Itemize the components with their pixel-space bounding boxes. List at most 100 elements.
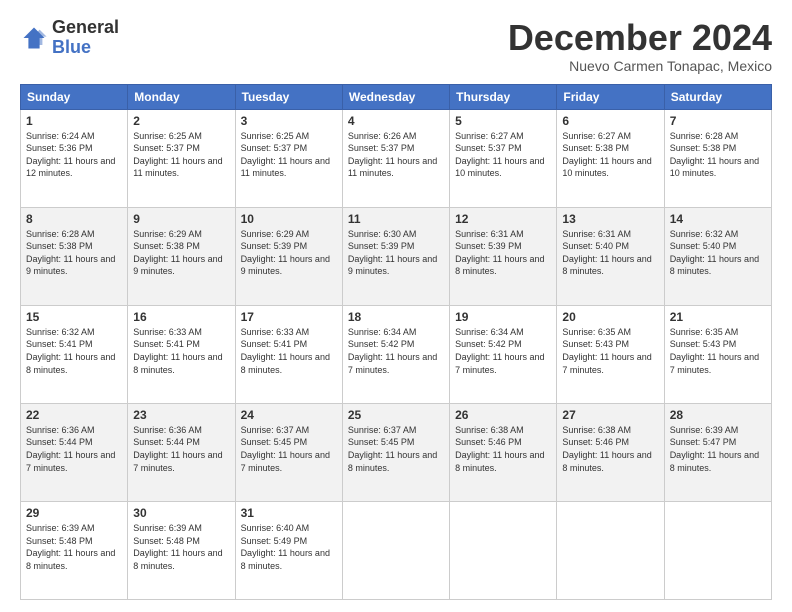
calendar-day-cell: 7 Sunrise: 6:28 AMSunset: 5:38 PMDayligh… — [664, 109, 771, 207]
calendar-day-cell — [664, 501, 771, 599]
day-number: 25 — [348, 408, 444, 422]
day-number: 9 — [133, 212, 229, 226]
calendar-day-cell: 24 Sunrise: 6:37 AMSunset: 5:45 PMDaylig… — [235, 403, 342, 501]
calendar-day-cell: 3 Sunrise: 6:25 AMSunset: 5:37 PMDayligh… — [235, 109, 342, 207]
weekday-header-cell: Sunday — [21, 84, 128, 109]
calendar-day-cell — [557, 501, 664, 599]
day-info: Sunrise: 6:28 AMSunset: 5:38 PMDaylight:… — [670, 131, 759, 179]
day-info: Sunrise: 6:39 AMSunset: 5:48 PMDaylight:… — [133, 523, 222, 571]
header: General Blue December 2024 Nuevo Carmen … — [20, 18, 772, 74]
calendar-day-cell: 5 Sunrise: 6:27 AMSunset: 5:37 PMDayligh… — [450, 109, 557, 207]
calendar-body: 1 Sunrise: 6:24 AMSunset: 5:36 PMDayligh… — [21, 109, 772, 599]
calendar-week-row: 15 Sunrise: 6:32 AMSunset: 5:41 PMDaylig… — [21, 305, 772, 403]
day-info: Sunrise: 6:33 AMSunset: 5:41 PMDaylight:… — [241, 327, 330, 375]
day-number: 3 — [241, 114, 337, 128]
day-info: Sunrise: 6:27 AMSunset: 5:37 PMDaylight:… — [455, 131, 544, 179]
day-info: Sunrise: 6:38 AMSunset: 5:46 PMDaylight:… — [455, 425, 544, 473]
location: Nuevo Carmen Tonapac, Mexico — [508, 58, 772, 74]
day-number: 31 — [241, 506, 337, 520]
day-number: 12 — [455, 212, 551, 226]
calendar-day-cell: 25 Sunrise: 6:37 AMSunset: 5:45 PMDaylig… — [342, 403, 449, 501]
day-info: Sunrise: 6:24 AMSunset: 5:36 PMDaylight:… — [26, 131, 115, 179]
calendar-day-cell: 2 Sunrise: 6:25 AMSunset: 5:37 PMDayligh… — [128, 109, 235, 207]
day-info: Sunrise: 6:27 AMSunset: 5:38 PMDaylight:… — [562, 131, 651, 179]
weekday-header-cell: Wednesday — [342, 84, 449, 109]
title-section: December 2024 Nuevo Carmen Tonapac, Mexi… — [508, 18, 772, 74]
calendar-day-cell: 11 Sunrise: 6:30 AMSunset: 5:39 PMDaylig… — [342, 207, 449, 305]
day-info: Sunrise: 6:25 AMSunset: 5:37 PMDaylight:… — [133, 131, 222, 179]
day-number: 17 — [241, 310, 337, 324]
calendar-day-cell: 27 Sunrise: 6:38 AMSunset: 5:46 PMDaylig… — [557, 403, 664, 501]
calendar-day-cell: 12 Sunrise: 6:31 AMSunset: 5:39 PMDaylig… — [450, 207, 557, 305]
weekday-header-cell: Thursday — [450, 84, 557, 109]
day-number: 13 — [562, 212, 658, 226]
calendar-day-cell: 26 Sunrise: 6:38 AMSunset: 5:46 PMDaylig… — [450, 403, 557, 501]
day-number: 2 — [133, 114, 229, 128]
day-number: 28 — [670, 408, 766, 422]
calendar-day-cell — [342, 501, 449, 599]
day-number: 4 — [348, 114, 444, 128]
calendar-day-cell: 6 Sunrise: 6:27 AMSunset: 5:38 PMDayligh… — [557, 109, 664, 207]
calendar-day-cell: 1 Sunrise: 6:24 AMSunset: 5:36 PMDayligh… — [21, 109, 128, 207]
day-number: 23 — [133, 408, 229, 422]
day-info: Sunrise: 6:39 AMSunset: 5:47 PMDaylight:… — [670, 425, 759, 473]
day-info: Sunrise: 6:36 AMSunset: 5:44 PMDaylight:… — [26, 425, 115, 473]
calendar-day-cell: 18 Sunrise: 6:34 AMSunset: 5:42 PMDaylig… — [342, 305, 449, 403]
calendar-day-cell: 15 Sunrise: 6:32 AMSunset: 5:41 PMDaylig… — [21, 305, 128, 403]
logo-text: General Blue — [52, 18, 119, 58]
calendar-day-cell: 23 Sunrise: 6:36 AMSunset: 5:44 PMDaylig… — [128, 403, 235, 501]
calendar-week-row: 29 Sunrise: 6:39 AMSunset: 5:48 PMDaylig… — [21, 501, 772, 599]
day-info: Sunrise: 6:29 AMSunset: 5:38 PMDaylight:… — [133, 229, 222, 277]
weekday-header-cell: Saturday — [664, 84, 771, 109]
calendar-day-cell: 20 Sunrise: 6:35 AMSunset: 5:43 PMDaylig… — [557, 305, 664, 403]
day-number: 26 — [455, 408, 551, 422]
calendar-day-cell: 29 Sunrise: 6:39 AMSunset: 5:48 PMDaylig… — [21, 501, 128, 599]
calendar-day-cell: 16 Sunrise: 6:33 AMSunset: 5:41 PMDaylig… — [128, 305, 235, 403]
day-info: Sunrise: 6:29 AMSunset: 5:39 PMDaylight:… — [241, 229, 330, 277]
day-number: 11 — [348, 212, 444, 226]
day-number: 24 — [241, 408, 337, 422]
day-info: Sunrise: 6:30 AMSunset: 5:39 PMDaylight:… — [348, 229, 437, 277]
calendar-day-cell: 31 Sunrise: 6:40 AMSunset: 5:49 PMDaylig… — [235, 501, 342, 599]
day-info: Sunrise: 6:34 AMSunset: 5:42 PMDaylight:… — [455, 327, 544, 375]
calendar-day-cell: 10 Sunrise: 6:29 AMSunset: 5:39 PMDaylig… — [235, 207, 342, 305]
day-number: 21 — [670, 310, 766, 324]
calendar-day-cell: 19 Sunrise: 6:34 AMSunset: 5:42 PMDaylig… — [450, 305, 557, 403]
calendar-week-row: 1 Sunrise: 6:24 AMSunset: 5:36 PMDayligh… — [21, 109, 772, 207]
page: General Blue December 2024 Nuevo Carmen … — [0, 0, 792, 612]
calendar-table: SundayMondayTuesdayWednesdayThursdayFrid… — [20, 84, 772, 600]
calendar-day-cell: 28 Sunrise: 6:39 AMSunset: 5:47 PMDaylig… — [664, 403, 771, 501]
weekday-header-cell: Tuesday — [235, 84, 342, 109]
day-number: 22 — [26, 408, 122, 422]
weekday-header-cell: Friday — [557, 84, 664, 109]
day-info: Sunrise: 6:25 AMSunset: 5:37 PMDaylight:… — [241, 131, 330, 179]
calendar-day-cell: 21 Sunrise: 6:35 AMSunset: 5:43 PMDaylig… — [664, 305, 771, 403]
logo-icon — [20, 24, 48, 52]
day-info: Sunrise: 6:37 AMSunset: 5:45 PMDaylight:… — [241, 425, 330, 473]
calendar-week-row: 22 Sunrise: 6:36 AMSunset: 5:44 PMDaylig… — [21, 403, 772, 501]
month-title: December 2024 — [508, 18, 772, 58]
day-info: Sunrise: 6:34 AMSunset: 5:42 PMDaylight:… — [348, 327, 437, 375]
calendar-week-row: 8 Sunrise: 6:28 AMSunset: 5:38 PMDayligh… — [21, 207, 772, 305]
day-info: Sunrise: 6:37 AMSunset: 5:45 PMDaylight:… — [348, 425, 437, 473]
calendar-day-cell: 4 Sunrise: 6:26 AMSunset: 5:37 PMDayligh… — [342, 109, 449, 207]
calendar-day-cell: 9 Sunrise: 6:29 AMSunset: 5:38 PMDayligh… — [128, 207, 235, 305]
day-info: Sunrise: 6:36 AMSunset: 5:44 PMDaylight:… — [133, 425, 222, 473]
day-number: 1 — [26, 114, 122, 128]
day-number: 27 — [562, 408, 658, 422]
day-number: 16 — [133, 310, 229, 324]
calendar-day-cell: 17 Sunrise: 6:33 AMSunset: 5:41 PMDaylig… — [235, 305, 342, 403]
day-number: 5 — [455, 114, 551, 128]
day-number: 7 — [670, 114, 766, 128]
day-number: 19 — [455, 310, 551, 324]
day-info: Sunrise: 6:38 AMSunset: 5:46 PMDaylight:… — [562, 425, 651, 473]
day-number: 18 — [348, 310, 444, 324]
day-number: 30 — [133, 506, 229, 520]
logo-blue: Blue — [52, 37, 91, 57]
day-info: Sunrise: 6:31 AMSunset: 5:39 PMDaylight:… — [455, 229, 544, 277]
day-info: Sunrise: 6:35 AMSunset: 5:43 PMDaylight:… — [670, 327, 759, 375]
calendar-day-cell: 30 Sunrise: 6:39 AMSunset: 5:48 PMDaylig… — [128, 501, 235, 599]
day-info: Sunrise: 6:32 AMSunset: 5:41 PMDaylight:… — [26, 327, 115, 375]
logo-general: General — [52, 17, 119, 37]
logo: General Blue — [20, 18, 119, 58]
